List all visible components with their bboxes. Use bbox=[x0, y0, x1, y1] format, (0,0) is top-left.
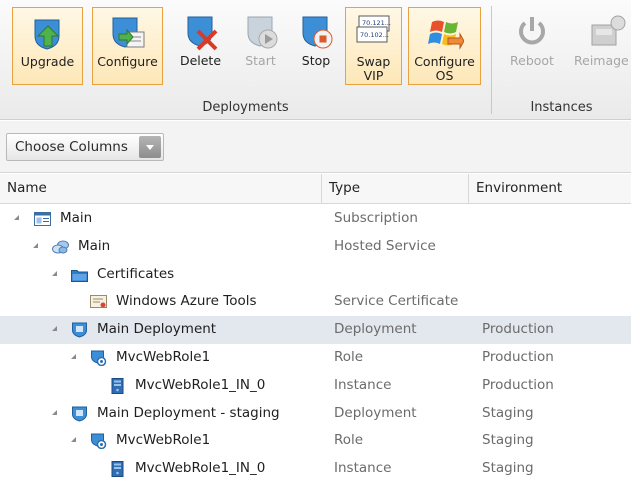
reboot-icon bbox=[519, 17, 545, 45]
reboot-button[interactable]: Reboot bbox=[503, 7, 561, 85]
swap-vip-label: Swap VIP bbox=[356, 54, 391, 83]
table-row[interactable]: Certificates bbox=[0, 261, 631, 289]
configure-os-icon bbox=[427, 20, 464, 50]
instance-icon bbox=[111, 377, 124, 394]
stop-label: Stop bbox=[301, 53, 331, 68]
deployment-icon bbox=[72, 406, 87, 422]
choose-columns-button[interactable]: Choose Columns bbox=[6, 133, 164, 161]
stop-button[interactable]: Stop bbox=[290, 7, 342, 85]
row-type: Hosted Service bbox=[334, 237, 436, 254]
reimage-label: Reimage bbox=[574, 53, 629, 68]
stop-icon bbox=[302, 16, 333, 49]
swap-vip-icon-text-1: 70.121... bbox=[362, 19, 391, 27]
table-row[interactable]: MvcWebRole1_IN_0 Instance Production bbox=[0, 372, 631, 400]
expand-arrow-icon[interactable] bbox=[52, 326, 57, 332]
delete-label: Delete bbox=[179, 53, 222, 68]
expand-arrow-icon[interactable] bbox=[52, 270, 57, 276]
reimage-button[interactable]: Reimage bbox=[568, 7, 631, 85]
configure-os-button[interactable]: Configure OS bbox=[408, 7, 481, 85]
grid-body: Main Subscription Main Hosted Service Ce… bbox=[0, 205, 631, 483]
reimage-icon bbox=[591, 15, 626, 46]
table-row[interactable]: Main Subscription bbox=[0, 205, 631, 233]
table-row-selected[interactable]: Main Deployment Deployment Production bbox=[0, 316, 631, 344]
row-environment: Staging bbox=[482, 460, 534, 477]
row-type: Role bbox=[334, 348, 364, 365]
row-name: Main Deployment - staging bbox=[97, 404, 280, 421]
table-row[interactable]: MvcWebRole1 Role Production bbox=[0, 344, 631, 372]
upgrade-icon bbox=[34, 19, 59, 50]
subscription-icon bbox=[34, 212, 51, 226]
column-header-environment[interactable]: Environment bbox=[468, 174, 631, 204]
row-environment: Staging bbox=[482, 404, 534, 421]
row-name: MvcWebRole1 bbox=[116, 432, 211, 449]
ribbon: Upgrade Configure Delete Start Stop 70.1… bbox=[0, 0, 631, 120]
swap-vip-button[interactable]: 70.121... 70.102... Swap VIP bbox=[345, 7, 402, 85]
row-type: Instance bbox=[334, 376, 392, 393]
deployments-group-label: Deployments bbox=[202, 100, 289, 115]
row-environment: Production bbox=[482, 348, 554, 365]
role-icon bbox=[91, 433, 107, 450]
reboot-label: Reboot bbox=[510, 53, 554, 68]
row-name: MvcWebRole1_IN_0 bbox=[135, 460, 266, 477]
delete-button[interactable]: Delete bbox=[173, 7, 228, 85]
expand-arrow-icon[interactable] bbox=[14, 215, 19, 220]
delete-icon bbox=[187, 16, 217, 51]
start-icon bbox=[247, 16, 277, 49]
start-label: Start bbox=[245, 53, 276, 68]
configure-label: Configure bbox=[97, 54, 158, 69]
row-environment: Production bbox=[482, 321, 554, 338]
row-name: Windows Azure Tools bbox=[116, 293, 257, 310]
configure-icon bbox=[112, 17, 144, 48]
row-type: Service Certificate bbox=[334, 293, 459, 310]
ribbon-group-separator bbox=[491, 6, 492, 114]
expand-arrow-icon[interactable] bbox=[71, 353, 76, 359]
expand-arrow-icon[interactable] bbox=[52, 409, 57, 415]
row-type: Deployment bbox=[334, 321, 417, 338]
table-row[interactable]: Windows Azure Tools Service Certificate bbox=[0, 288, 631, 316]
chevron-down-icon[interactable] bbox=[139, 136, 161, 158]
table-row[interactable]: MvcWebRole1_IN_0 Instance Staging bbox=[0, 455, 631, 483]
row-type: Instance bbox=[334, 460, 392, 477]
instances-group-label: Instances bbox=[530, 100, 593, 115]
folder-icon bbox=[71, 269, 88, 282]
choose-columns-label: Choose Columns bbox=[15, 139, 128, 155]
row-type: Deployment bbox=[334, 404, 417, 421]
certificate-icon bbox=[90, 295, 107, 309]
table-row[interactable]: MvcWebRole1 Role Staging bbox=[0, 427, 631, 455]
start-button[interactable]: Start bbox=[233, 7, 288, 85]
swap-vip-icon-text-2: 70.102... bbox=[360, 31, 389, 39]
role-icon bbox=[91, 350, 107, 366]
row-environment: Production bbox=[482, 376, 554, 393]
toolbar: Choose Columns bbox=[0, 121, 631, 173]
table-row[interactable]: Main Deployment - staging Deployment Sta… bbox=[0, 400, 631, 428]
configure-os-label: Configure OS bbox=[414, 54, 475, 83]
column-header-name[interactable]: Name bbox=[0, 174, 321, 204]
table-row[interactable]: Main Hosted Service bbox=[0, 233, 631, 261]
deployment-icon bbox=[72, 322, 87, 338]
hosted-service-icon bbox=[52, 240, 69, 254]
swap-vip-icon: 70.121... 70.102... bbox=[356, 15, 391, 43]
row-environment: Staging bbox=[482, 432, 534, 449]
row-name: MvcWebRole1_IN_0 bbox=[135, 376, 266, 393]
upgrade-button[interactable]: Upgrade bbox=[12, 7, 83, 85]
row-name: MvcWebRole1 bbox=[116, 348, 211, 365]
expand-arrow-icon[interactable] bbox=[71, 437, 76, 443]
row-type: Subscription bbox=[334, 210, 418, 226]
expand-arrow-icon[interactable] bbox=[33, 242, 38, 248]
row-name: Main Deployment bbox=[97, 321, 217, 338]
row-type: Role bbox=[334, 432, 364, 449]
row-name: Main bbox=[60, 210, 93, 226]
column-header-type[interactable]: Type bbox=[321, 174, 468, 204]
row-name: Certificates bbox=[97, 265, 175, 282]
upgrade-label: Upgrade bbox=[20, 54, 75, 69]
grid-header: Name Type Environment bbox=[0, 174, 631, 204]
instance-icon bbox=[111, 461, 124, 478]
row-name: Main bbox=[78, 237, 111, 254]
configure-button[interactable]: Configure bbox=[92, 7, 163, 85]
